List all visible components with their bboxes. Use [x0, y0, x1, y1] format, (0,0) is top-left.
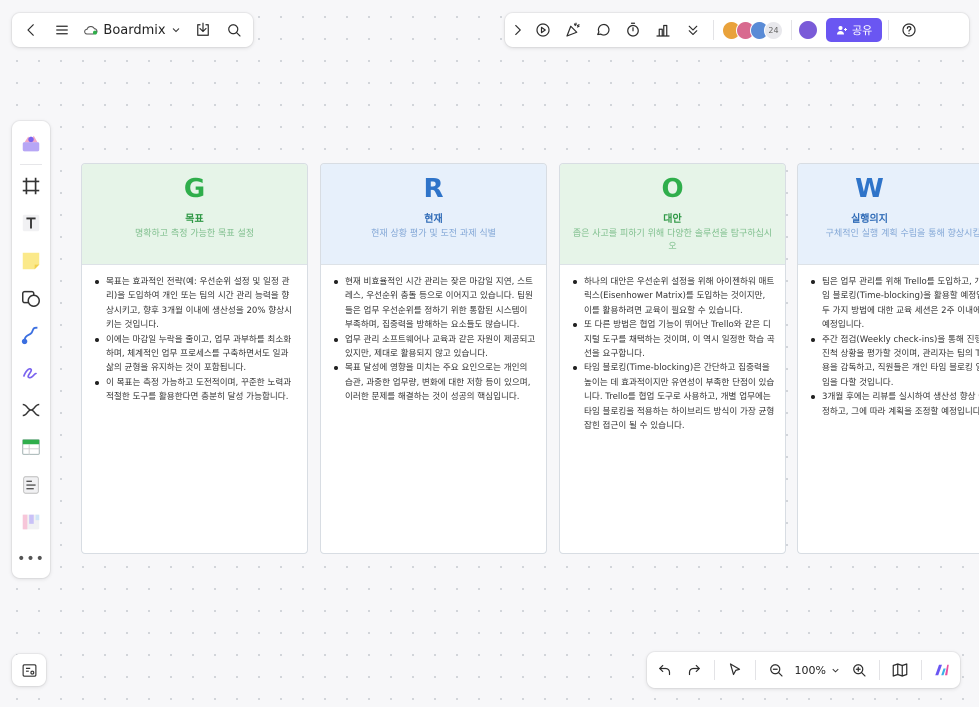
collaborator-avatars[interactable]: 24 — [720, 20, 785, 40]
celebrate-icon[interactable] — [559, 16, 587, 44]
timer-icon[interactable] — [619, 16, 647, 44]
mindmap-icon[interactable] — [12, 391, 50, 428]
minimap-button[interactable] — [12, 654, 46, 686]
card-header: W 실행의지 구체적인 실행 계획 수립을 통해 향상시킵니다 — [798, 164, 979, 265]
card-letter: W — [855, 174, 884, 204]
bottom-right-toolbar: 100% — [647, 652, 960, 688]
connector-icon[interactable] — [12, 317, 50, 354]
templates-icon[interactable] — [12, 125, 50, 162]
pen-icon[interactable] — [12, 354, 50, 391]
share-label: 공유 — [852, 24, 873, 37]
expand-icon[interactable] — [509, 16, 527, 44]
search-icon[interactable] — [220, 16, 247, 44]
more-icon[interactable] — [679, 16, 707, 44]
export-icon[interactable] — [190, 16, 217, 44]
zoom-value: 100% — [794, 663, 826, 677]
kanban-icon[interactable] — [12, 503, 50, 540]
document-icon[interactable] — [12, 466, 50, 503]
map-icon[interactable] — [888, 656, 912, 684]
card-body: 팀은 업무 관리를 위해 Trello를 도입하고, 개인은 타임 블로킹(Ti… — [798, 265, 979, 419]
frame-icon[interactable] — [12, 167, 50, 204]
left-toolbar: ••• — [12, 121, 50, 578]
vote-icon[interactable] — [649, 16, 677, 44]
avatar-count: 24 — [764, 20, 783, 40]
divider — [713, 20, 714, 40]
comment-icon[interactable] — [589, 16, 617, 44]
card-title: 실행의지 — [851, 214, 888, 225]
minimap-icon — [22, 663, 36, 677]
chevron-down-icon — [172, 28, 179, 33]
card-inner: W 실행의지 구체적인 실행 계획 수립을 통해 향상시킵니다 팀은 업무 관리… — [798, 164, 979, 419]
card-title: 목표 — [185, 214, 204, 225]
list-item: 팀은 업무 관리를 위해 Trello를 도입하고, 개인은 타임 블로킹(Ti… — [810, 275, 979, 333]
list-item: 목표 달성에 영향을 미치는 주요 요인으로는 개인의 습관, 과중한 업무량,… — [333, 361, 536, 404]
divider — [879, 660, 881, 680]
list-item: 현재 비효율적인 시간 관리는 잦은 마감일 지연, 스트레스, 우선순위 충돌… — [333, 275, 536, 333]
card-header: O 대안 좁은 사고를 피하기 위해 다양한 솔루션을 탐구하십시오 — [560, 164, 785, 265]
zoom-level[interactable]: 100% — [793, 664, 843, 677]
help-icon[interactable] — [895, 16, 923, 44]
divider — [20, 164, 42, 166]
card-subtitle: 명확하고 측정 가능한 목표 설정 — [134, 229, 255, 239]
list-item: 이에는 마감일 누락을 줄이고, 업무 과부하를 최소화하며, 체계적인 업무 … — [94, 333, 297, 376]
select-cursor-icon[interactable] — [723, 656, 747, 684]
more-tools-icon[interactable]: ••• — [12, 541, 50, 578]
list-item: 주간 점검(Weekly check-ins)을 통해 진행 여부와 진척 상황… — [810, 333, 979, 391]
card-letter: O — [661, 174, 684, 204]
ai-assistant-icon[interactable] — [930, 656, 954, 684]
list-item: 3개월 후에는 리뷰를 실시하여 생산성 향상 여부를 측정하고, 그에 따라 … — [810, 390, 979, 419]
menu-icon[interactable] — [49, 16, 76, 44]
card-body: 현재 비효율적인 시간 관리는 잦은 마감일 지연, 스트레스, 우선순위 충돌… — [321, 265, 546, 405]
card-header: R 현재 현재 상황 평가 및 도전 과제 식별 — [321, 164, 546, 265]
divider — [791, 20, 792, 40]
app-name: Boardmix — [103, 22, 166, 38]
table-icon[interactable] — [12, 429, 50, 466]
back-icon[interactable] — [18, 16, 45, 44]
grow-card-goal[interactable]: G 목표 명확하고 측정 가능한 목표 설정 목표는 효과적인 전략(예: 우선… — [81, 163, 308, 554]
divider — [713, 660, 715, 680]
divider — [920, 660, 922, 680]
undo-icon[interactable] — [653, 656, 677, 684]
user-plus-icon — [837, 26, 847, 35]
cloud-icon — [84, 26, 98, 35]
top-left-toolbar: Boardmix — [12, 13, 253, 47]
grow-card-reality[interactable]: R 현재 현재 상황 평가 및 도전 과제 식별 현재 비효율적인 시간 관리는… — [320, 163, 547, 554]
board-title[interactable]: Boardmix — [79, 16, 185, 44]
user-avatar[interactable] — [798, 20, 818, 40]
list-item: 또 다른 방법은 협업 기능이 뛰어난 Trello와 같은 디지털 도구를 채… — [572, 318, 775, 361]
zoom-out-icon[interactable] — [764, 656, 788, 684]
text-icon[interactable] — [12, 205, 50, 242]
list-item: 하나의 대안은 우선순위 설정을 위해 아이젠하워 매트릭스(Eisenhowe… — [572, 275, 775, 318]
card-subtitle: 좁은 사고를 피하기 위해 다양한 솔루션을 탐구하십시오 — [572, 229, 773, 252]
card-header: G 목표 명확하고 측정 가능한 목표 설정 — [82, 164, 307, 265]
shape-icon[interactable] — [12, 279, 50, 316]
divider — [888, 20, 890, 40]
whiteboard-canvas[interactable]: Boardmix 24 공유 ••• G 목표 명확하고 측정 가능한 목표 설… — [0, 0, 979, 707]
list-item: 목표는 효과적인 전략(예: 우선순위 설정 및 일정 관리)을 도입하여 개인… — [94, 275, 297, 333]
card-body: 목표는 효과적인 전략(예: 우선순위 설정 및 일정 관리)을 도입하여 개인… — [82, 265, 307, 405]
grow-card-options[interactable]: O 대안 좁은 사고를 피하기 위해 다양한 솔루션을 탐구하십시오 하나의 대… — [559, 163, 786, 554]
zoom-in-icon[interactable] — [847, 656, 871, 684]
play-icon[interactable] — [529, 16, 557, 44]
card-subtitle: 현재 상황 평가 및 도전 과제 식별 — [371, 229, 496, 239]
sticky-note-icon[interactable] — [12, 242, 50, 279]
list-item: 업무 관리 소프트웨어나 교육과 같은 자원이 제공되고 있지만, 제대로 활용… — [333, 333, 536, 362]
divider — [755, 660, 757, 680]
card-title: 대안 — [663, 214, 682, 225]
list-item: 이 목표는 측정 가능하고 도전적이며, 꾸준한 노력과 적절한 도구를 활용한… — [94, 376, 297, 405]
card-title: 현재 — [424, 214, 443, 225]
card-subtitle: 구체적인 실행 계획 수립을 통해 향상시킵니다 — [825, 229, 979, 239]
redo-icon[interactable] — [681, 656, 705, 684]
chevron-down-icon — [832, 668, 839, 673]
card-letter: R — [423, 174, 444, 204]
list-item: 타임 블로킹(Time-blocking)은 간단하고 집중력을 높이는 데 효… — [572, 361, 775, 433]
card-body: 하나의 대안은 우선순위 설정을 위해 아이젠하워 매트릭스(Eisenhowe… — [560, 265, 785, 433]
top-right-toolbar: 24 공유 — [505, 13, 969, 47]
share-button[interactable]: 공유 — [826, 18, 883, 42]
grow-card-will[interactable]: W 실행의지 구체적인 실행 계획 수립을 통해 향상시킵니다 팀은 업무 관리… — [797, 163, 979, 554]
card-letter: G — [183, 174, 206, 204]
